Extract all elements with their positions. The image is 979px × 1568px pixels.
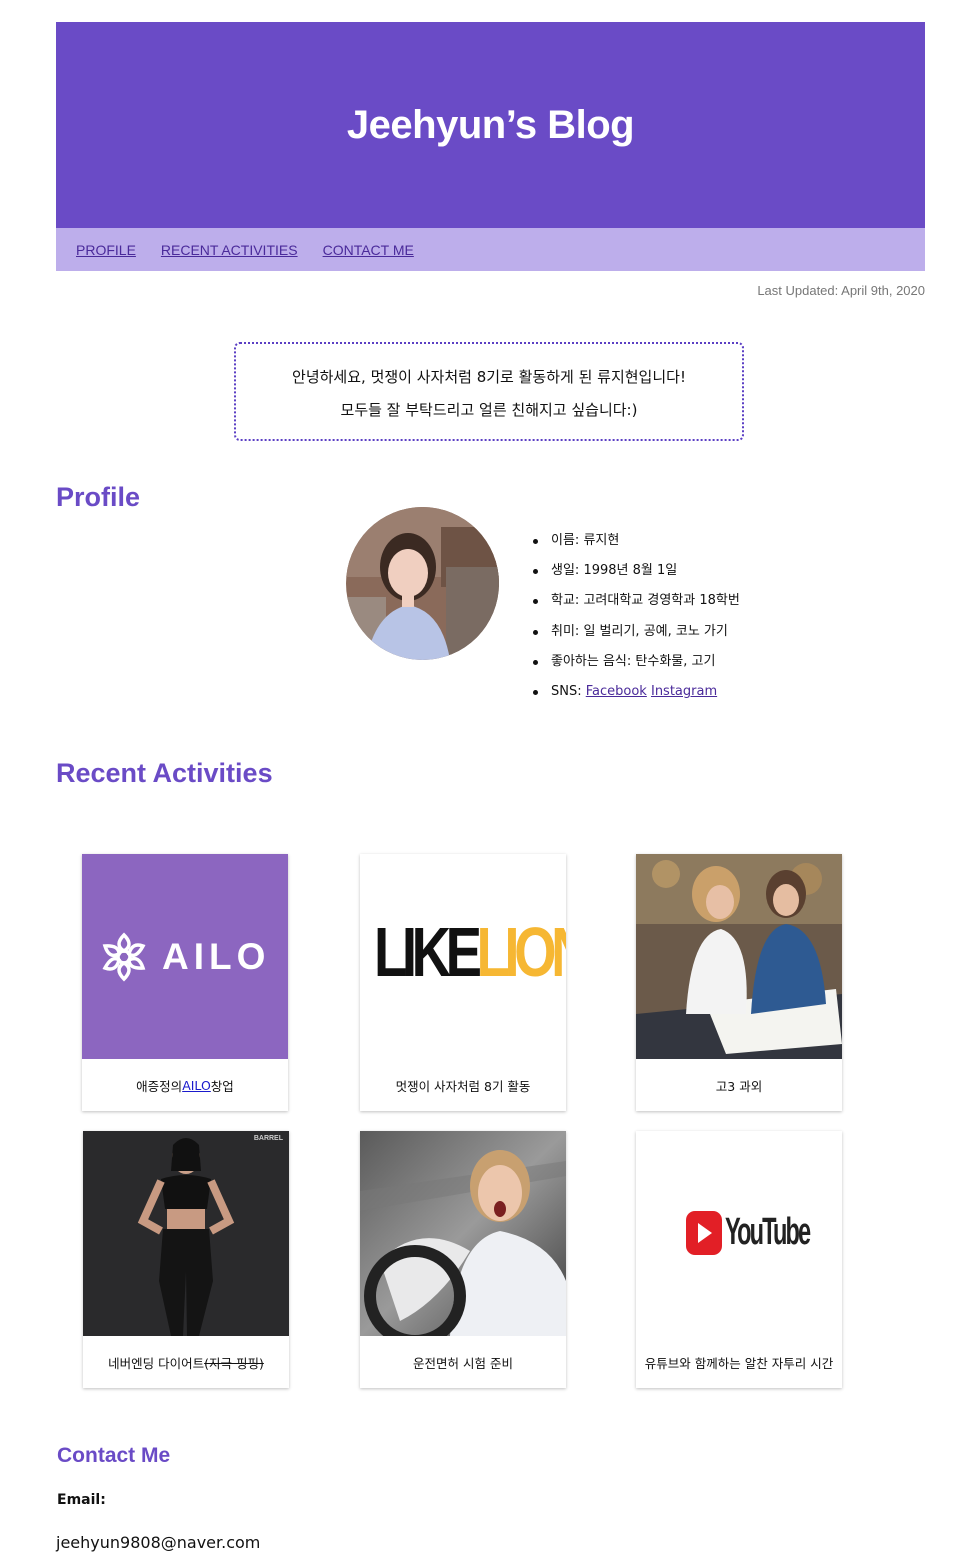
likelion-logo-lion: LION [476,913,566,991]
profile-title: Profile [56,482,141,512]
activity-card-likelion: LIKELION 멋쟁이 사자처럼 8기 활동 [360,854,566,1111]
likelion-logo-like: LIKE [374,913,482,991]
strikethrough-text: (지극 핑핑) [204,1355,264,1371]
profile-item-hobby: 취미: 일 벌리기, 공예, 코노 가기 [533,621,740,651]
profile-info-list: 이름: 류지현 생일: 1998년 8월 1일 학교: 고려대학교 경영학과 1… [533,530,740,711]
driving-photo [360,1131,566,1336]
activity-caption: 유튜브와 함께하는 알찬 자투리 시간 [644,1355,834,1371]
email-address: jeehyun9808@naver.com [56,1533,261,1552]
facebook-link[interactable]: Facebook [586,684,647,699]
nav-link-recent-activities[interactable]: RECENT ACTIVITIES [161,242,298,258]
activity-card-ailo: AILO 애증정의 AILO 창업 [82,854,288,1111]
profile-avatar [346,507,499,660]
diet-photo: BARREL [83,1131,289,1336]
ailo-logo-text: AILO [162,936,271,977]
greeting-box: 안녕하세요, 멋쟁이 사자처럼 8기로 활동하게 된 류지현입니다! 모두들 잘… [234,342,744,441]
likelion-logo-image: LIKELION [360,854,566,1059]
contact-title: Contact Me [57,1444,171,1467]
activity-caption: 고3 과외 [715,1078,763,1094]
activity-caption: 멋쟁이 사자처럼 8기 활동 [395,1078,531,1094]
profile-item-food: 좋아하는 음식: 탄수화물, 고기 [533,651,740,681]
activity-caption: 애증정의 AILO 창업 [136,1077,234,1094]
greeting-line-1: 안녕하세요, 멋쟁이 사자처럼 8기로 활동하게 된 류지현입니다! [292,368,686,386]
nav-link-contact-me[interactable]: CONTACT ME [323,242,414,258]
profile-item-birthday: 생일: 1998년 8월 1일 [533,560,740,590]
youtube-logo-image: YouTube [636,1131,842,1336]
barrel-badge: BARREL [253,1135,283,1142]
activity-caption: 운전면허 시험 준비 [413,1355,513,1371]
blog-header: Jeehyun’s Blog [56,22,925,228]
instagram-link[interactable]: Instagram [651,684,717,699]
nav-link-profile[interactable]: PROFILE [76,242,136,258]
blog-title: Jeehyun’s Blog [346,102,635,147]
ailo-link[interactable]: AILO [182,1078,211,1093]
activity-card-tutoring: 고3 과외 [636,854,842,1111]
email-label: Email: [57,1492,106,1508]
activity-caption: 네버엔딩 다이어트 (지극 핑핑) [83,1336,289,1388]
ailo-logo-image: AILO [82,854,288,1059]
profile-item-sns: SNS: Facebook Instagram [533,681,740,711]
activity-card-youtube: YouTube 유튜브와 함께하는 알찬 자투리 시간 [636,1131,842,1388]
recent-activities-title: Recent Activities [56,758,273,788]
activity-card-diet: BARREL 네버엔딩 다이어트 (지극 핑핑) [83,1131,289,1388]
nav-bar: PROFILE RECENT ACTIVITIES CONTACT ME [56,228,925,271]
greeting-line-2: 모두들 잘 부탁드리고 얼른 친해지고 싶습니다:) [340,401,638,419]
profile-item-name: 이름: 류지현 [533,530,740,560]
profile-item-school: 학교: 고려대학교 경영학과 18학번 [533,590,740,620]
activity-card-driving: 운전면허 시험 준비 [360,1131,566,1388]
last-updated: Last Updated: April 9th, 2020 [757,283,925,298]
tutoring-photo [636,854,842,1059]
youtube-logo-text: YouTube [725,1211,811,1253]
